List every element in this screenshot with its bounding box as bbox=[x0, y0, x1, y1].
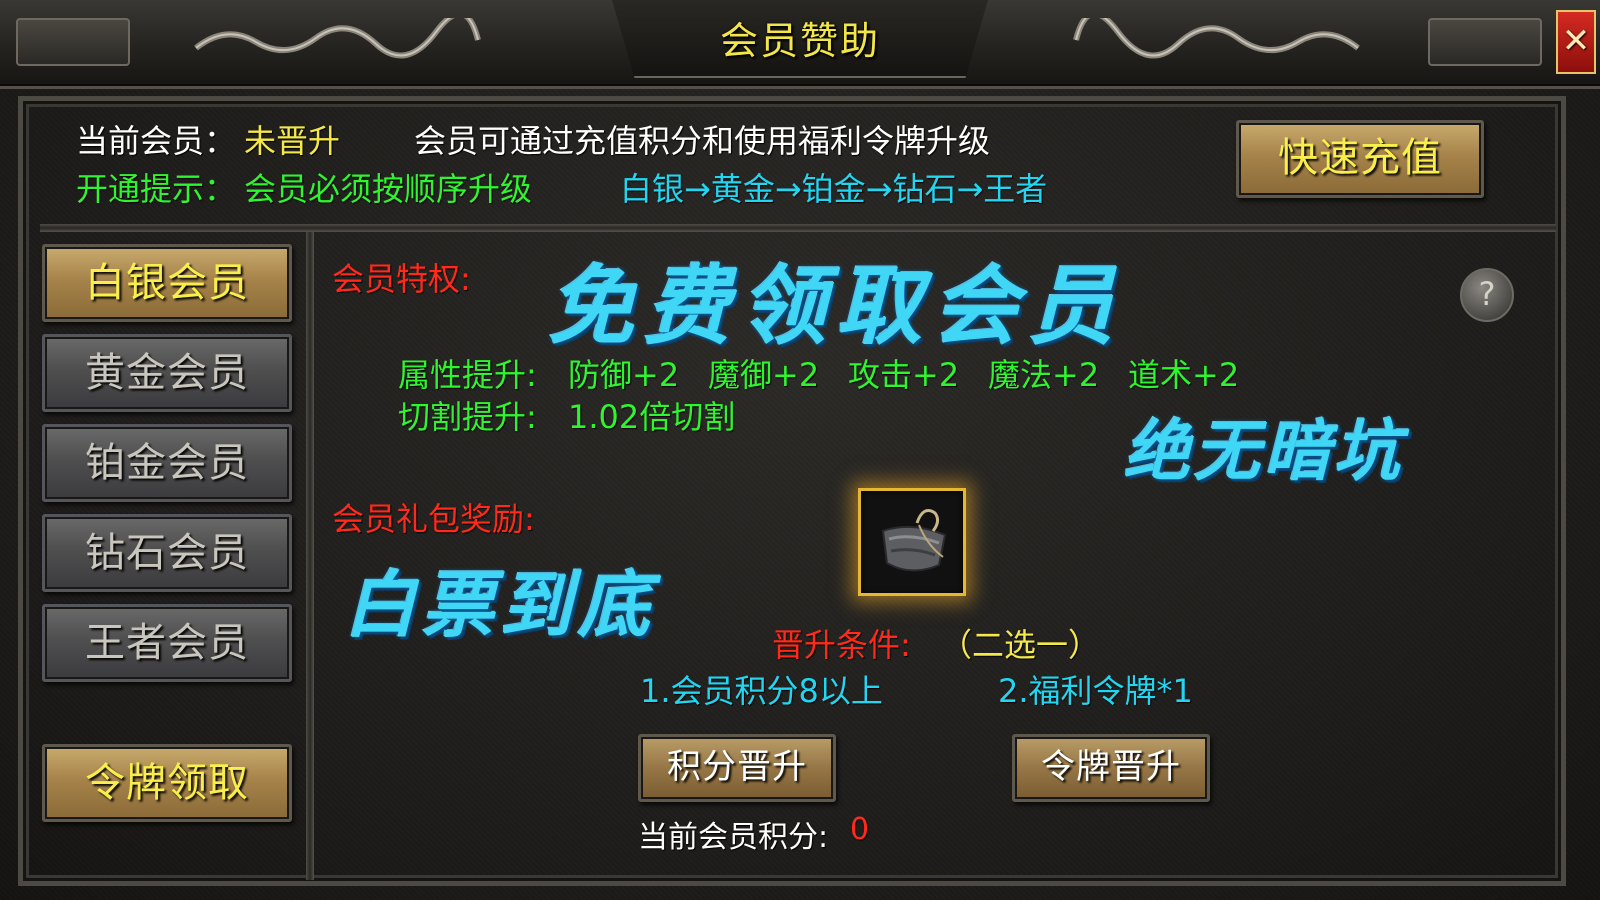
vertical-divider bbox=[306, 232, 314, 880]
attr-attack: 攻击+2 bbox=[848, 356, 960, 394]
current-member-value: 未晋升 bbox=[244, 122, 341, 160]
attr-taoism: 道术+2 bbox=[1128, 356, 1240, 394]
upgrade-note: 会员可通过充值积分和使用福利令牌升级 bbox=[414, 122, 991, 160]
close-button[interactable]: ✕ bbox=[1556, 10, 1596, 74]
points-label: 当前会员积分: bbox=[638, 820, 829, 855]
no-trap-slogan: 绝无暗坑 bbox=[1124, 412, 1404, 490]
cut-label: 切割提升: bbox=[398, 398, 537, 436]
sidebar-item-gold[interactable]: 黄金会员 bbox=[42, 334, 292, 412]
upgrade-condition-label: 晋升条件: bbox=[772, 626, 911, 664]
horizontal-divider bbox=[40, 224, 1556, 232]
token-upgrade-button[interactable]: 令牌晋升 bbox=[1012, 734, 1210, 802]
hint-label: 开通提示： bbox=[76, 170, 237, 208]
left-dragon-icon bbox=[194, 18, 481, 59]
gift-item-slot[interactable] bbox=[858, 488, 966, 596]
right-ornament bbox=[1428, 18, 1542, 66]
hint-value: 会员必须按顺序升级 bbox=[244, 170, 533, 208]
sidebar-item-platinum[interactable]: 铂金会员 bbox=[42, 424, 292, 502]
window-title: 会员赞助 bbox=[719, 19, 880, 63]
cut-value: 1.02倍切割 bbox=[568, 398, 736, 436]
attr-label: 属性提升: bbox=[398, 356, 537, 394]
quick-recharge-button[interactable]: 快速充值 bbox=[1236, 120, 1484, 198]
upgrade-condition-note: （二选一） bbox=[940, 626, 1101, 664]
right-dragon-icon bbox=[1073, 18, 1360, 59]
token-claim-button[interactable]: 令牌领取 bbox=[42, 744, 292, 822]
left-ornament bbox=[16, 18, 130, 66]
sidebar-item-king[interactable]: 王者会员 bbox=[42, 604, 292, 682]
help-icon[interactable]: ? bbox=[1460, 268, 1514, 322]
cloth-bag-icon bbox=[881, 509, 947, 572]
points-value: 0 bbox=[850, 812, 870, 847]
privilege-label: 会员特权: bbox=[332, 260, 471, 298]
current-member-label: 当前会员： bbox=[76, 122, 237, 160]
condition-points: 1.会员积分8以上 bbox=[640, 672, 883, 710]
gift-banner: 白票到底 bbox=[344, 562, 657, 647]
gift-label: 会员礼包奖励: bbox=[332, 500, 535, 538]
free-member-banner: 免费领取会员 bbox=[548, 256, 1124, 357]
sidebar-item-diamond[interactable]: 钻石会员 bbox=[42, 514, 292, 592]
sidebar-item-silver[interactable]: 白银会员 bbox=[42, 244, 292, 322]
attr-defense: 防御+2 bbox=[568, 356, 680, 394]
attr-magic-defense: 魔御+2 bbox=[708, 356, 820, 394]
points-upgrade-button[interactable]: 积分晋升 bbox=[638, 734, 836, 802]
tier-order: 白银→黄金→铂金→钻石→王者 bbox=[620, 170, 1048, 208]
attr-magic: 魔法+2 bbox=[988, 356, 1100, 394]
condition-token: 2.福利令牌*1 bbox=[998, 672, 1193, 710]
